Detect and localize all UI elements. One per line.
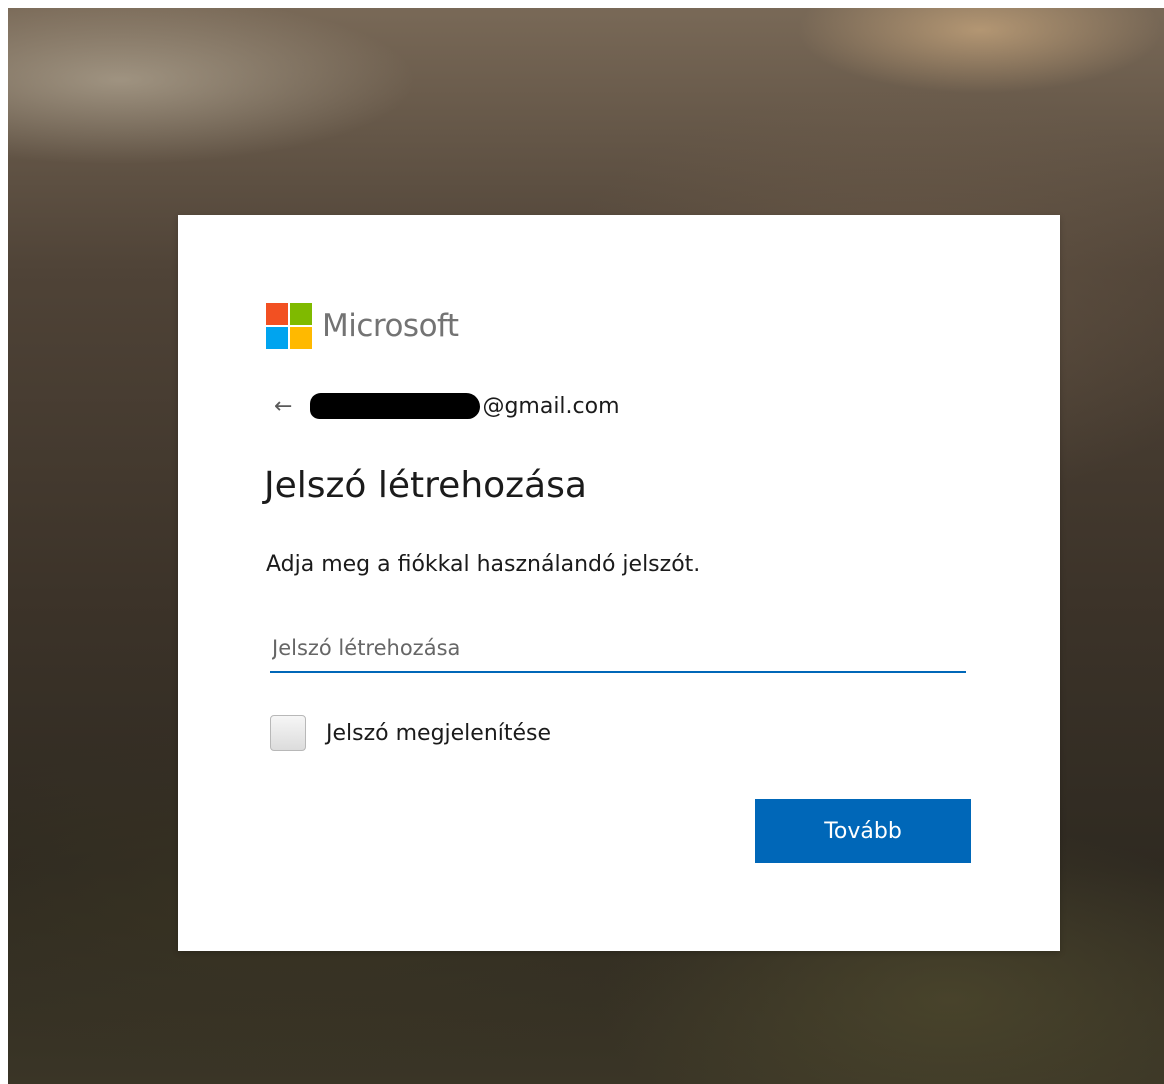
microsoft-logo-text: Microsoft xyxy=(322,308,459,344)
page-description: Adja meg a fiókkal használandó jelszót. xyxy=(266,552,701,577)
arrow-left-icon[interactable]: ← xyxy=(274,394,292,419)
next-button[interactable]: Tovább xyxy=(755,799,971,863)
sign-in-card: Microsoft ← @gmail.com Jelszó létrehozás… xyxy=(178,215,1060,951)
show-password-checkbox[interactable] xyxy=(270,715,306,751)
show-password-label: Jelszó megjelenítése xyxy=(326,720,552,746)
identity-banner: ← @gmail.com xyxy=(274,393,620,419)
background-border-left xyxy=(0,0,8,1084)
microsoft-logo-icon xyxy=(266,303,312,349)
redacted-email-part xyxy=(310,393,481,419)
background-border-top xyxy=(0,0,1164,8)
show-password-row[interactable]: Jelszó megjelenítése xyxy=(270,715,551,751)
password-input[interactable] xyxy=(270,625,966,673)
identity-email: @gmail.com xyxy=(482,393,620,419)
page-title: Jelszó létrehozása xyxy=(264,465,587,506)
microsoft-logo: Microsoft xyxy=(266,303,459,349)
